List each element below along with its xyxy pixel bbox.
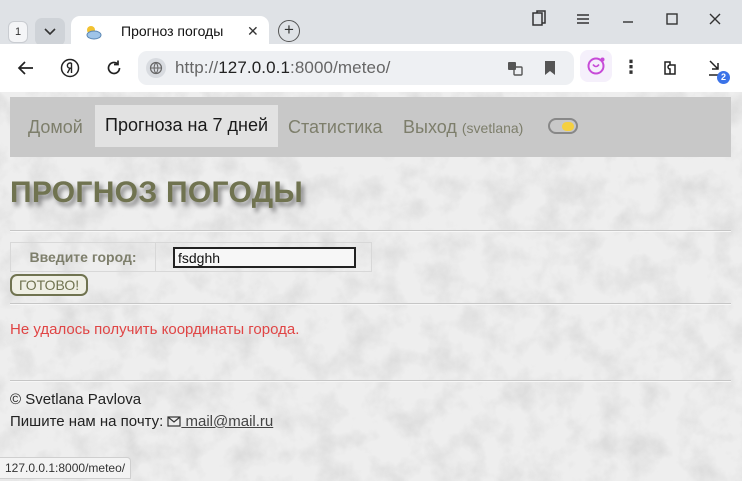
site-info-icon[interactable] <box>146 58 166 78</box>
reload-icon[interactable] <box>104 58 124 78</box>
divider <box>10 303 731 305</box>
page-viewport: Домой Прогноза на 7 дней Статистика Выхо… <box>0 92 742 481</box>
footer-copyright: © Svetlana Pavlova <box>10 391 142 408</box>
weather-cloud-icon <box>86 26 102 40</box>
email-link[interactable]: mail@mail.ru <box>181 413 274 430</box>
nav-logout-link[interactable]: Выход (svetlana) <box>403 111 523 149</box>
browser-tab-bar: 1 Прогноз погоды ✕ + <box>0 0 742 46</box>
chevron-down-icon <box>44 28 56 36</box>
submit-button[interactable]: ГОТОВО! <box>10 274 89 296</box>
username: (svetlana) <box>461 120 524 136</box>
footer-mail-label: Пишите нам на почту: <box>10 413 164 430</box>
nav-home-link[interactable]: Домой <box>28 111 83 149</box>
active-tab[interactable]: Прогноз погоды ✕ <box>71 16 269 46</box>
bookmarks-panel-icon[interactable] <box>530 10 552 30</box>
nav-stats-link[interactable]: Статистика <box>288 111 383 149</box>
yandex-logo-icon[interactable] <box>60 58 80 78</box>
bookmark-icon[interactable] <box>542 59 558 77</box>
extensions-icon[interactable] <box>661 58 681 78</box>
maximize-icon[interactable] <box>663 10 685 30</box>
site-navbar: Домой Прогноза на 7 дней Статистика Выхо… <box>10 97 731 157</box>
alice-assistant-button[interactable] <box>580 50 612 82</box>
footer-contact: Пишите нам на почту: mail@mail.ru <box>10 413 273 430</box>
theme-toggle[interactable] <box>548 118 578 134</box>
city-form: Введите город: <box>10 242 372 272</box>
logout-label: Выход <box>403 117 457 137</box>
city-label: Введите город: <box>11 243 156 271</box>
window-close-icon[interactable] <box>706 10 728 30</box>
error-message: Не удалось получить координаты города. <box>10 321 300 338</box>
minimize-icon[interactable] <box>619 10 641 30</box>
city-input[interactable] <box>173 247 356 268</box>
hamburger-menu-icon[interactable] <box>574 10 596 30</box>
more-options-icon[interactable]: ⋮ <box>622 58 640 76</box>
nav-forecast-link[interactable]: Прогноза на 7 дней <box>95 105 279 147</box>
divider <box>10 230 731 232</box>
back-arrow-icon[interactable] <box>16 58 36 78</box>
url-text[interactable]: http://127.0.0.1:8000/meteo/ <box>175 58 390 78</box>
tab-title: Прогноз погоды <box>121 23 224 39</box>
close-icon[interactable]: ✕ <box>247 24 259 38</box>
envelope-icon <box>167 416 181 427</box>
tab-counter[interactable]: 1 <box>8 21 28 43</box>
alice-icon <box>587 57 605 75</box>
page-title: ПРОГНОЗ ПОГОДЫ <box>10 176 304 209</box>
status-bar-url: 127.0.0.1:8000/meteo/ <box>0 457 132 479</box>
tab-list-button[interactable] <box>35 18 65 46</box>
divider <box>10 380 731 382</box>
browser-toolbar: http://127.0.0.1:8000/meteo/ ⋮ 2 <box>0 44 742 92</box>
address-bar[interactable]: http://127.0.0.1:8000/meteo/ <box>138 51 574 85</box>
translate-icon[interactable] <box>506 59 524 77</box>
new-tab-button[interactable]: + <box>278 20 300 42</box>
downloads-count-badge: 2 <box>717 71 730 84</box>
sun-cloud-icon <box>562 122 574 131</box>
